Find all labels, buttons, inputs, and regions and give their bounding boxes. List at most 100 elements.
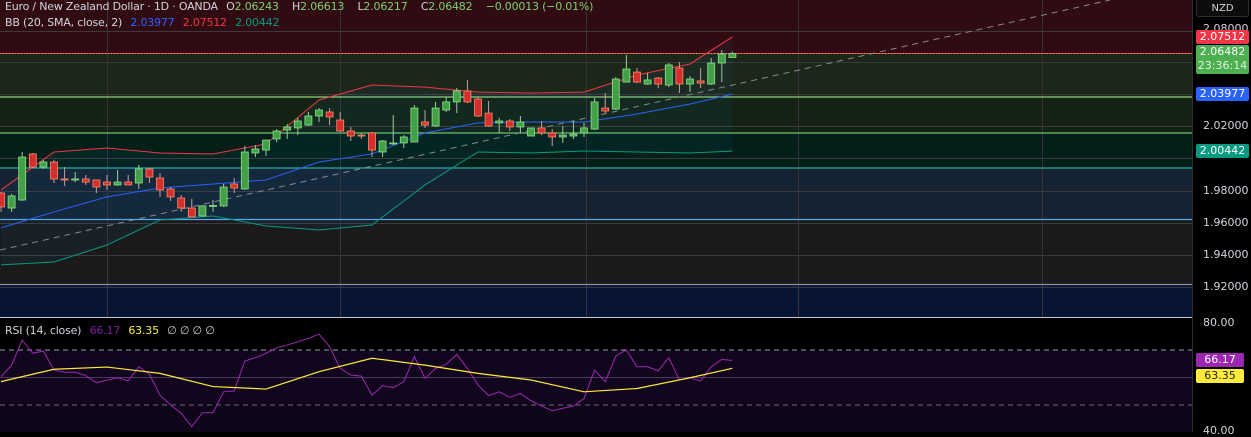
rsi-empty-values: ∅ ∅ ∅ ∅ bbox=[167, 324, 215, 337]
ohlc-low: L2.06217 bbox=[357, 0, 408, 13]
candle-body bbox=[219, 186, 228, 207]
candle-body bbox=[728, 53, 737, 58]
candle bbox=[611, 77, 620, 111]
candle-body bbox=[686, 78, 694, 85]
candle bbox=[18, 152, 27, 201]
candle-body bbox=[399, 136, 408, 144]
candle-body bbox=[71, 178, 80, 181]
rsi-tick: 80.00 bbox=[1203, 316, 1235, 329]
candle-body bbox=[134, 168, 143, 184]
bb-legend[interactable]: BB (20, SMA, close, 2) 2.03977 2.07512 2… bbox=[5, 16, 284, 29]
candle-body bbox=[389, 142, 398, 145]
candle-body bbox=[452, 90, 461, 103]
candle-body bbox=[251, 148, 260, 154]
candle bbox=[410, 105, 419, 143]
candle-body bbox=[664, 64, 673, 86]
price-tick: 1.94000 bbox=[1203, 248, 1249, 261]
ohlc-change: −0.00013 (−0.01%) bbox=[485, 0, 594, 13]
candle-body bbox=[633, 71, 641, 83]
candle bbox=[219, 183, 228, 207]
candle-body bbox=[611, 78, 620, 110]
bb-lower-tag: 2.00442 bbox=[1196, 144, 1249, 158]
price-tick: 1.96000 bbox=[1203, 216, 1249, 229]
candle-body bbox=[580, 127, 588, 134]
candle-body bbox=[39, 161, 48, 168]
bb-upper-tag: 2.07512 bbox=[1196, 30, 1249, 44]
candle-body bbox=[124, 181, 133, 186]
candle-body bbox=[654, 77, 663, 85]
bb-lower-value: 2.00442 bbox=[235, 16, 280, 29]
zone-band bbox=[0, 284, 1192, 317]
bb-basis-value: 2.03977 bbox=[130, 16, 175, 29]
bb-label: BB (20, SMA, close, 2) bbox=[5, 16, 123, 29]
candle-body bbox=[113, 181, 122, 186]
candle-body bbox=[410, 107, 419, 143]
candle-body bbox=[92, 179, 101, 188]
candle-body bbox=[7, 195, 16, 209]
candle-body bbox=[198, 205, 207, 217]
candle-body bbox=[166, 188, 175, 198]
candle-body bbox=[463, 90, 472, 103]
candle-body bbox=[357, 134, 366, 137]
last-price-tag: 2.06482 23:36:14 bbox=[1196, 45, 1249, 74]
rsi-ma-tag: 63.35 bbox=[1196, 369, 1244, 383]
last-price-value: 2.06482 bbox=[1199, 45, 1246, 58]
ohlc-high: H2.06613 bbox=[292, 0, 345, 13]
bb-upper-value: 2.07512 bbox=[182, 16, 227, 29]
rsi-tick: 40.00 bbox=[1203, 424, 1235, 437]
currency-button[interactable]: NZD bbox=[1196, 0, 1249, 17]
symbol-title: Euro / New Zealand Dollar · 1D · OANDA bbox=[5, 0, 218, 13]
candle-body bbox=[601, 107, 610, 112]
price-tick: 1.98000 bbox=[1203, 184, 1249, 197]
candle-body bbox=[283, 126, 292, 131]
candle bbox=[28, 152, 37, 168]
rsi-value: 66.17 bbox=[89, 324, 121, 337]
candle-body bbox=[431, 107, 440, 127]
candle-body bbox=[484, 112, 493, 127]
candle bbox=[198, 204, 207, 217]
candle-body bbox=[325, 111, 334, 118]
candle-body bbox=[187, 207, 196, 218]
price-tick: 2.02000 bbox=[1203, 119, 1249, 132]
candle-body bbox=[516, 121, 525, 128]
candle-body bbox=[675, 67, 684, 85]
rsi-tag: 66.17 bbox=[1196, 353, 1244, 367]
candle-body bbox=[548, 132, 557, 138]
candle-body bbox=[240, 151, 249, 190]
chart-canvas[interactable] bbox=[0, 0, 1251, 432]
candle-body bbox=[18, 156, 27, 201]
candle-body bbox=[569, 133, 578, 137]
symbol-legend[interactable]: Euro / New Zealand Dollar · 1D · OANDA O… bbox=[5, 0, 598, 13]
candle-body bbox=[177, 197, 186, 209]
candle-body bbox=[0, 192, 5, 208]
candle-body bbox=[50, 161, 58, 180]
candle-body bbox=[590, 101, 599, 130]
candle-body bbox=[28, 153, 37, 168]
candle-body bbox=[474, 98, 482, 117]
candle bbox=[590, 98, 599, 131]
candle-body bbox=[304, 115, 313, 126]
candle bbox=[664, 63, 673, 88]
candle-body bbox=[103, 181, 111, 186]
candle-body bbox=[421, 121, 429, 126]
candle-body bbox=[336, 119, 345, 132]
candle-body bbox=[717, 53, 726, 64]
candle-body bbox=[558, 134, 567, 138]
candle-body bbox=[378, 140, 387, 153]
rsi-lower-bg bbox=[0, 405, 1192, 432]
rsi-legend[interactable]: RSI (14, close) 66.17 63.35 ∅ ∅ ∅ ∅ bbox=[5, 324, 220, 337]
candle bbox=[474, 96, 482, 117]
candle-body bbox=[262, 139, 270, 151]
candle-body bbox=[230, 183, 239, 189]
candle-body bbox=[81, 178, 90, 183]
bar-countdown: 23:36:14 bbox=[1197, 59, 1248, 72]
rsi-label: RSI (14, close) bbox=[5, 324, 82, 337]
candle-body bbox=[696, 80, 705, 84]
candle-body bbox=[495, 120, 504, 124]
candle-body bbox=[622, 68, 631, 83]
bb-basis-tag: 2.03977 bbox=[1196, 87, 1249, 101]
candle-body bbox=[505, 120, 514, 128]
zone-band bbox=[0, 219, 1192, 284]
candle-body bbox=[368, 132, 376, 151]
ohlc-close: C2.06482 bbox=[420, 0, 473, 13]
